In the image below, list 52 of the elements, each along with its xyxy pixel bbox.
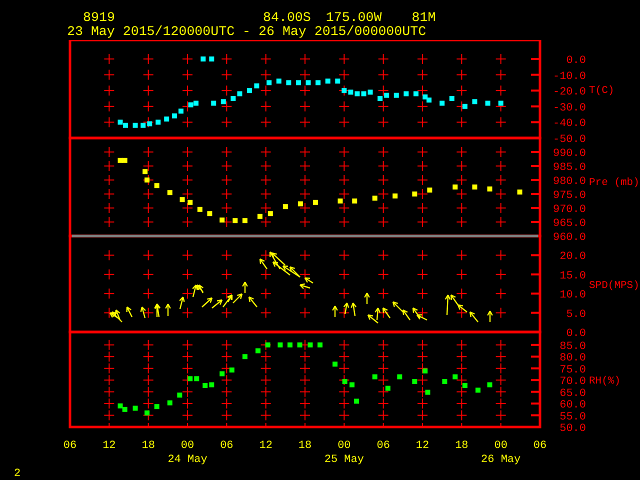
axis-title: RH(%)	[589, 376, 621, 388]
page-number: 2	[14, 468, 21, 480]
elevation: 81M	[412, 11, 436, 25]
station-id: 8919	[83, 11, 116, 25]
axis-tick-label: 980.0	[552, 176, 586, 188]
time-tick-label: 00	[494, 440, 508, 452]
axis-tick-label: 985.0	[552, 162, 586, 174]
axis-tick-label: -50.0	[552, 134, 586, 146]
axis-tick-label: 60.0	[560, 400, 586, 412]
axis-tick-label: 965.0	[552, 218, 586, 230]
axis-tick-label: 75.0	[560, 364, 586, 376]
date-label: 24 May	[168, 454, 208, 466]
axis-tick-label: 5.0	[566, 308, 586, 321]
axis-tick-label: 50.0	[560, 423, 586, 435]
axis-tick-label: 70.0	[560, 376, 586, 388]
axis-title: SPD(MPS)	[589, 280, 640, 292]
axis-tick-label: -20.0	[552, 86, 586, 99]
axis-tick-label: 970.0	[552, 204, 586, 216]
date-label: 25 May	[324, 454, 364, 466]
time-period: 23 May 2015/120000UTC - 26 May 2015/000000UTC	[67, 25, 426, 39]
date-label: 26 May	[481, 454, 521, 466]
axis-tick-label: 20.0	[560, 251, 586, 264]
axis-tick-label: 0.0	[566, 328, 586, 340]
time-tick-label: 06	[376, 440, 390, 452]
axis-tick-label: 975.0	[552, 190, 586, 202]
latitude: 84.00S	[263, 11, 311, 25]
axis-tick-label: -40.0	[552, 118, 586, 130]
axis-tick-label: 85.0	[560, 340, 586, 353]
axis-title: T(C)	[589, 85, 614, 97]
time-tick-label: 18	[298, 440, 312, 452]
axis-tick-label: -30.0	[552, 102, 586, 114]
axis-tick-label: 80.0	[560, 352, 586, 365]
axis-tick-label: 960.0	[552, 232, 586, 244]
axis-tick-label: 990.0	[552, 148, 586, 160]
time-tick-label: 00	[180, 440, 194, 452]
axis-tick-label: -10.0	[552, 70, 586, 83]
time-tick-label: 06	[533, 440, 547, 452]
axis-tick-label: 10.0	[560, 290, 586, 302]
time-tick-label: 06	[220, 440, 234, 452]
axis-tick-label: 15.0	[560, 270, 586, 282]
axis-tick-label: 65.0	[560, 388, 586, 400]
axis-title: Pre (mb)	[589, 177, 640, 189]
axis-tick-label: 55.0	[560, 411, 586, 424]
time-tick-label: 18	[455, 440, 468, 452]
time-tick-label: 00	[338, 440, 351, 452]
time-tick-label: 12	[416, 440, 430, 452]
time-tick-label: 12	[102, 440, 116, 452]
time-tick-label: 18	[142, 440, 155, 452]
longitude: 175.00W	[326, 11, 382, 25]
time-tick-label: 06	[63, 440, 77, 452]
axis-tick-label: 0.0	[566, 54, 586, 67]
time-tick-label: 12	[259, 440, 272, 452]
